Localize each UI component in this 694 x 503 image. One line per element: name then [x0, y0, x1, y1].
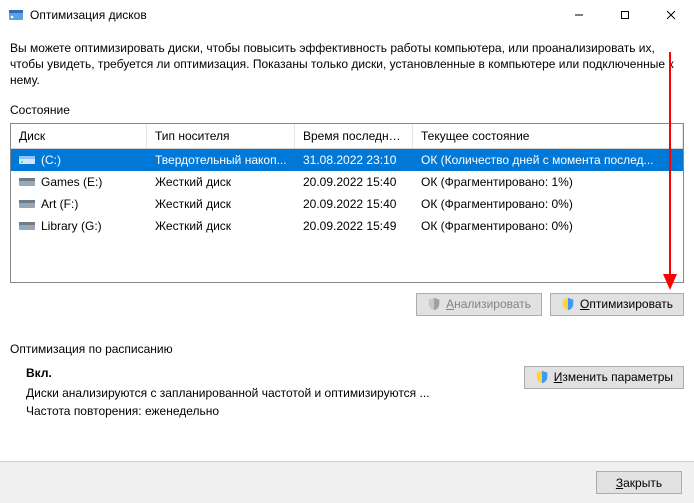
table-row[interactable]: Games (E:)Жесткий диск20.09.2022 15:40ОК… [11, 171, 683, 193]
shield-icon [535, 370, 549, 384]
drive-list[interactable]: Диск Тип носителя Время последнег... Тек… [10, 123, 684, 283]
table-row[interactable]: (C:)Твердотельный накоп...31.08.2022 23:… [11, 149, 683, 171]
schedule-line-2: Частота повторения: еженедельно [26, 404, 508, 418]
cell-last: 20.09.2022 15:40 [295, 175, 413, 189]
cell-last: 20.09.2022 15:49 [295, 219, 413, 233]
shield-icon [561, 297, 575, 311]
cell-media: Жесткий диск [147, 197, 295, 211]
optimize-label: Оптимизировать [580, 297, 673, 311]
schedule-line-1: Диски анализируются с запланированной ча… [26, 386, 508, 400]
close-dialog-button[interactable]: Закрыть [596, 471, 682, 494]
cell-disk: Library (G:) [11, 219, 147, 233]
cell-disk: Art (F:) [11, 197, 147, 211]
cell-disk: Games (E:) [11, 175, 147, 189]
minimize-button[interactable] [556, 0, 602, 30]
cell-status: ОК (Фрагментировано: 0%) [413, 197, 683, 211]
col-disk[interactable]: Диск [11, 124, 147, 148]
cell-media: Твердотельный накоп... [147, 153, 295, 167]
cell-media: Жесткий диск [147, 175, 295, 189]
cell-status: ОК (Фрагментировано: 1%) [413, 175, 683, 189]
optimize-button[interactable]: Оптимизировать [550, 293, 684, 316]
cell-last: 20.09.2022 15:40 [295, 197, 413, 211]
footer: Закрыть [0, 461, 694, 503]
cell-disk: (C:) [11, 153, 147, 167]
titlebar: Оптимизация дисков [0, 0, 694, 30]
change-settings-button[interactable]: Изменить параметры [524, 366, 684, 389]
state-label: Состояние [10, 103, 684, 117]
table-row[interactable]: Art (F:)Жесткий диск20.09.2022 15:40ОК (… [11, 193, 683, 215]
table-row[interactable]: Library (G:)Жесткий диск20.09.2022 15:49… [11, 215, 683, 237]
window-title: Оптимизация дисков [30, 8, 556, 22]
maximize-button[interactable] [602, 0, 648, 30]
analyze-button[interactable]: Анализировать [416, 293, 542, 316]
cell-media: Жесткий диск [147, 219, 295, 233]
shield-icon [427, 297, 441, 311]
schedule-on: Вкл. [26, 366, 508, 380]
cell-status: ОК (Фрагментировано: 0%) [413, 219, 683, 233]
col-media[interactable]: Тип носителя [147, 124, 295, 148]
col-status[interactable]: Текущее состояние [413, 124, 683, 148]
cell-last: 31.08.2022 23:10 [295, 153, 413, 167]
column-headers[interactable]: Диск Тип носителя Время последнег... Тек… [11, 124, 683, 149]
drive-icon [19, 198, 35, 209]
drive-icon [19, 154, 35, 165]
schedule-header: Оптимизация по расписанию [10, 342, 684, 356]
description-text: Вы можете оптимизировать диски, чтобы по… [10, 40, 674, 89]
cell-status: ОК (Количество дней с момента послед... [413, 153, 683, 167]
change-settings-label: Изменить параметры [554, 370, 673, 384]
drive-icon [19, 220, 35, 231]
analyze-label: Анализировать [446, 297, 531, 311]
col-last[interactable]: Время последнег... [295, 124, 413, 148]
drive-icon [19, 176, 35, 187]
close-button[interactable] [648, 0, 694, 30]
app-icon [8, 7, 24, 23]
window-controls [556, 0, 694, 30]
close-label: Закрыть [616, 476, 662, 490]
